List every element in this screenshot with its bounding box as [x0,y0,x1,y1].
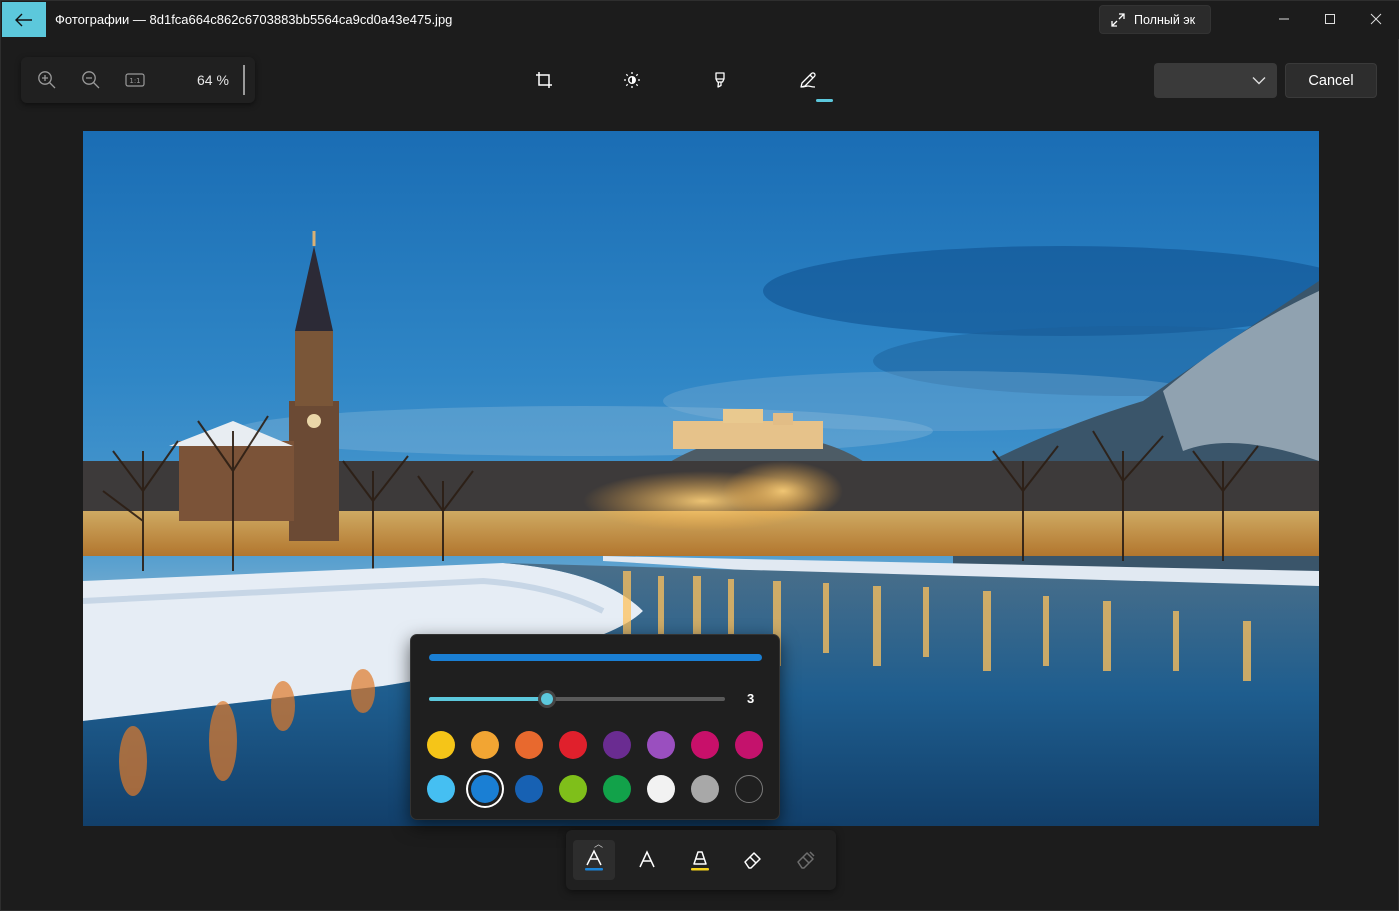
chevron-up-icon: ︿ [594,839,604,849]
zoom-in-icon [38,71,56,89]
close-icon [1370,13,1382,25]
eraser-icon [744,852,761,869]
row2-color-swatch-6[interactable] [647,775,675,803]
row1-color-swatch-2[interactable] [471,731,499,759]
row1-color-swatch-7[interactable] [691,731,719,759]
zoom-in-button[interactable] [35,68,59,92]
svg-text:1:1: 1:1 [129,77,140,85]
stroke-preview [429,654,762,661]
fullscreen-button[interactable]: Полный эк [1099,5,1211,34]
photos-app-window: Фотографии — 8d1fca664c862c6703883bb5564… [0,0,1399,911]
brightness-icon [624,72,640,88]
erase-all-button[interactable] [785,840,827,880]
maximize-icon [1325,14,1335,24]
pencil-button[interactable] [626,840,668,880]
markup-tool-button[interactable] [790,63,826,97]
close-button[interactable] [1353,1,1399,37]
zoom-out-button[interactable] [79,68,103,92]
row2-color-swatch-1[interactable] [427,775,455,803]
zoom-controls: 1:1 64 % [21,57,255,103]
marker-icon [715,72,725,88]
pen-tip-icon [639,850,655,868]
zoom-level-value[interactable]: 64 % [197,72,229,88]
pen-size-slider[interactable] [429,690,725,708]
slider-thumb[interactable] [538,690,557,708]
drawing-tools-bar: ︿ [566,830,836,890]
save-options-dropdown[interactable] [1154,63,1277,98]
row1-color-swatch-5[interactable] [603,731,631,759]
arrow-left-icon [15,13,32,26]
expand-diagonal-icon [1111,12,1125,27]
highlighter-button[interactable] [679,840,721,880]
pen-underlined-icon [585,849,603,871]
zoom-divider [243,65,245,95]
color-row-2 [427,775,779,805]
crop-icon [536,72,552,88]
eraser-button[interactable] [732,840,774,880]
window-title: Фотографии — 8d1fca664c862c6703883bb5564… [55,12,453,27]
row1-color-swatch-1[interactable] [427,731,455,759]
row2-color-swatch-4[interactable] [559,775,587,803]
fullscreen-label: Полный эк [1134,12,1196,27]
row1-color-swatch-8[interactable] [735,731,763,759]
row2-color-swatch-7[interactable] [691,775,719,803]
row1-color-swatch-6[interactable] [647,731,675,759]
row1-color-swatch-4[interactable] [559,731,587,759]
row2-color-swatch-8[interactable] [735,775,763,803]
row2-color-swatch-5[interactable] [603,775,631,803]
back-button[interactable] [2,2,46,37]
active-tool-indicator [816,99,833,102]
erase-all-icon [797,851,815,869]
cancel-button[interactable]: Cancel [1285,63,1377,98]
pen-icon [800,72,816,88]
minimize-icon [1279,18,1289,20]
title-bar: Фотографии — 8d1fca664c862c6703883bb5564… [1,1,1399,39]
actual-size-button[interactable]: 1:1 [123,68,147,92]
row2-color-swatch-3[interactable] [515,775,543,803]
filter-tool-button[interactable] [702,63,738,97]
row2-color-swatch-2[interactable] [471,775,499,803]
slider-fill [429,697,548,701]
minimize-button[interactable] [1261,1,1307,37]
zoom-out-icon [82,71,100,89]
adjust-tool-button[interactable] [614,63,650,97]
chevron-down-icon [1252,77,1266,85]
actual-size-icon: 1:1 [125,73,145,87]
row1-color-swatch-3[interactable] [515,731,543,759]
crop-tool-button[interactable] [526,63,562,97]
pen-settings-flyout: 3 [410,634,780,820]
color-row-1 [427,731,779,761]
highlighter-icon [691,851,709,871]
pen-size-value: 3 [747,691,755,706]
maximize-button[interactable] [1307,1,1353,37]
ballpoint-pen-button[interactable]: ︿ [573,839,615,880]
